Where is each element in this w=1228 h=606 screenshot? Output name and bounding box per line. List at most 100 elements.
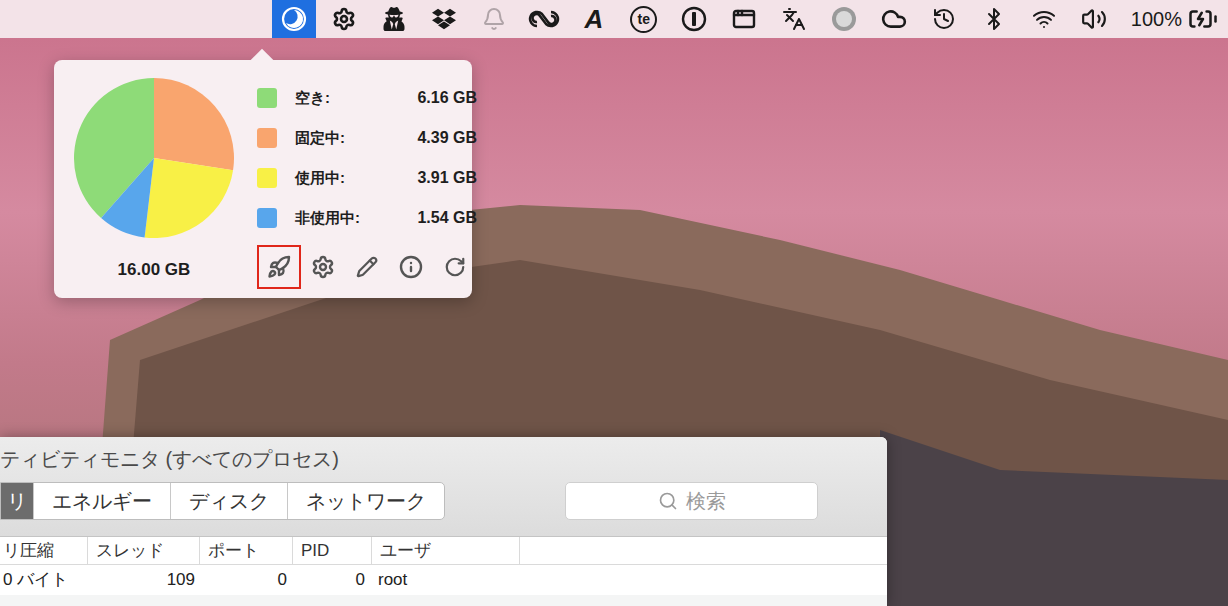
legend-value: 4.39 GB xyxy=(417,126,477,150)
tab-group: リエネルギーディスクネットワーク xyxy=(0,482,445,520)
menu-bar-item[interactable] xyxy=(672,0,716,38)
bell-icon xyxy=(482,7,506,31)
column-header[interactable]: スレッド xyxy=(88,537,200,564)
spy-icon xyxy=(382,7,406,31)
popover-toolbar xyxy=(257,245,477,289)
legend-swatch xyxy=(257,88,277,108)
popover-button[interactable] xyxy=(433,245,477,289)
legend-value: 6.16 GB xyxy=(417,86,477,110)
menu-bar-item[interactable] xyxy=(922,0,966,38)
pie-slice xyxy=(101,158,154,237)
menu-bar-item[interactable] xyxy=(1072,0,1116,38)
desktop: Ate 100% 16.00 GB 空き: 6.16 GB 固定中: 4.39 GB 使用中:… xyxy=(0,0,1228,606)
menu-bar-item[interactable] xyxy=(772,0,816,38)
menu-bar-item[interactable] xyxy=(722,0,766,38)
menu-bar-item[interactable]: A xyxy=(572,0,616,38)
legend-row: 空き: 6.16 GB xyxy=(257,78,477,118)
time-machine-icon xyxy=(932,7,956,31)
window-toolbar: ティビティモニタ (すべてのプロセス) リエネルギーディスクネットワーク 検索 xyxy=(0,437,887,537)
title-bar: ティビティモニタ (すべてのプロセス) xyxy=(0,437,887,481)
menu-bar-item[interactable] xyxy=(272,0,316,38)
segment-tab[interactable]: リ xyxy=(1,483,34,519)
pie-slice xyxy=(145,158,233,238)
chart-column: 16.00 GB xyxy=(74,78,234,298)
creative-cloud-icon xyxy=(528,7,560,31)
legend-label: 使用中: xyxy=(295,167,345,190)
menu-bar-item[interactable] xyxy=(422,0,466,38)
legend-label: 固定中: xyxy=(295,127,345,150)
menu-bar-item[interactable] xyxy=(872,0,916,38)
segment-tab[interactable]: ネットワーク xyxy=(288,483,444,519)
menu-bar: Ate 100% xyxy=(0,0,1228,38)
legend-swatch xyxy=(257,208,277,228)
pods-icon xyxy=(830,5,858,33)
pencil-icon xyxy=(356,256,378,278)
popover-button[interactable] xyxy=(389,245,433,289)
legend-value: 3.91 GB xyxy=(417,166,477,190)
menu-bar-item[interactable] xyxy=(322,0,366,38)
legend-column: 空き: 6.16 GB 固定中: 4.39 GB 使用中: 3.91 GB 非使用中: 1.5… xyxy=(257,78,477,298)
app-letter-icon: A xyxy=(584,6,603,32)
popover-button[interactable] xyxy=(257,245,301,289)
search-icon xyxy=(658,491,678,511)
password-manager-icon xyxy=(681,6,707,32)
search-field[interactable]: 検索 xyxy=(565,482,818,520)
memory-pie-chart xyxy=(74,78,234,238)
cloud-icon xyxy=(881,6,907,32)
column-header[interactable]: ポート xyxy=(200,537,293,564)
menu-bar-item[interactable] xyxy=(972,0,1016,38)
total-memory: 16.00 GB xyxy=(118,257,191,283)
info-icon xyxy=(399,255,423,279)
bluetooth-icon xyxy=(982,7,1006,31)
rocket-icon xyxy=(267,255,291,279)
wifi-icon xyxy=(1032,7,1056,31)
gear-icon xyxy=(332,7,356,31)
table-cell: 109 xyxy=(88,567,200,593)
legend-swatch xyxy=(257,168,277,188)
table-cell: 0 xyxy=(293,567,372,593)
textexpander-icon: te xyxy=(630,6,657,33)
menu-bar-item[interactable] xyxy=(472,0,516,38)
window-title: ティビティモニタ (すべてのプロセス) xyxy=(0,444,339,474)
translate-icon xyxy=(782,7,806,31)
popover-button[interactable] xyxy=(301,245,345,289)
battery-percent: 100% xyxy=(1131,9,1182,29)
column-header[interactable]: ユーザ xyxy=(372,537,520,564)
memory-popover: 16.00 GB空き:6.16 GB固定中:4.39 GB使用中:3.91 GB… xyxy=(54,60,472,298)
table-row[interactable]: 0 バイト10900root xyxy=(0,565,887,595)
menu-bar-item[interactable] xyxy=(1022,0,1066,38)
legend-row: 固定中: 4.39 GB xyxy=(257,118,477,158)
popover-button[interactable] xyxy=(345,245,389,289)
legend-swatch xyxy=(257,128,277,148)
battery-icon[interactable] xyxy=(1188,4,1218,34)
legend-value: 1.54 GB xyxy=(417,206,477,230)
dropbox-icon xyxy=(432,7,456,31)
column-header[interactable]: PID xyxy=(293,537,372,564)
pie-slice xyxy=(154,78,234,170)
legend-label: 非使用中: xyxy=(295,207,360,230)
refresh-icon xyxy=(444,256,466,278)
menu-bar-item[interactable] xyxy=(822,0,866,38)
menu-bar-item[interactable] xyxy=(522,0,566,38)
legend-row: 使用中: 3.91 GB xyxy=(257,158,477,198)
volume-icon xyxy=(1081,6,1107,32)
gear-icon xyxy=(311,255,335,279)
menu-bar-item[interactable]: te xyxy=(622,0,666,38)
toolbar-row: リエネルギーディスクネットワーク 検索 xyxy=(0,481,887,536)
table-cell: 0 バイト xyxy=(0,567,88,593)
display-icon xyxy=(732,7,756,31)
table-header: リ圧縮スレッドポートPIDユーザ xyxy=(0,537,887,565)
legend-label: 空き: xyxy=(295,87,330,110)
memory-clean-icon xyxy=(281,6,307,32)
table-cell: root xyxy=(372,567,520,593)
column-header[interactable]: リ圧縮 xyxy=(0,537,88,564)
menu-bar-item[interactable] xyxy=(372,0,416,38)
popover-arrow xyxy=(251,49,274,72)
legend-row: 非使用中: 1.54 GB xyxy=(257,198,477,238)
search-placeholder: 検索 xyxy=(686,486,726,516)
segment-tab[interactable]: エネルギー xyxy=(34,483,171,519)
table-row-stripe xyxy=(0,595,887,606)
segment-tab[interactable]: ディスク xyxy=(171,483,288,519)
table-cell: 0 xyxy=(200,567,293,593)
activity-monitor-window: ティビティモニタ (すべてのプロセス) リエネルギーディスクネットワーク 検索リ圧縮… xyxy=(0,437,887,606)
